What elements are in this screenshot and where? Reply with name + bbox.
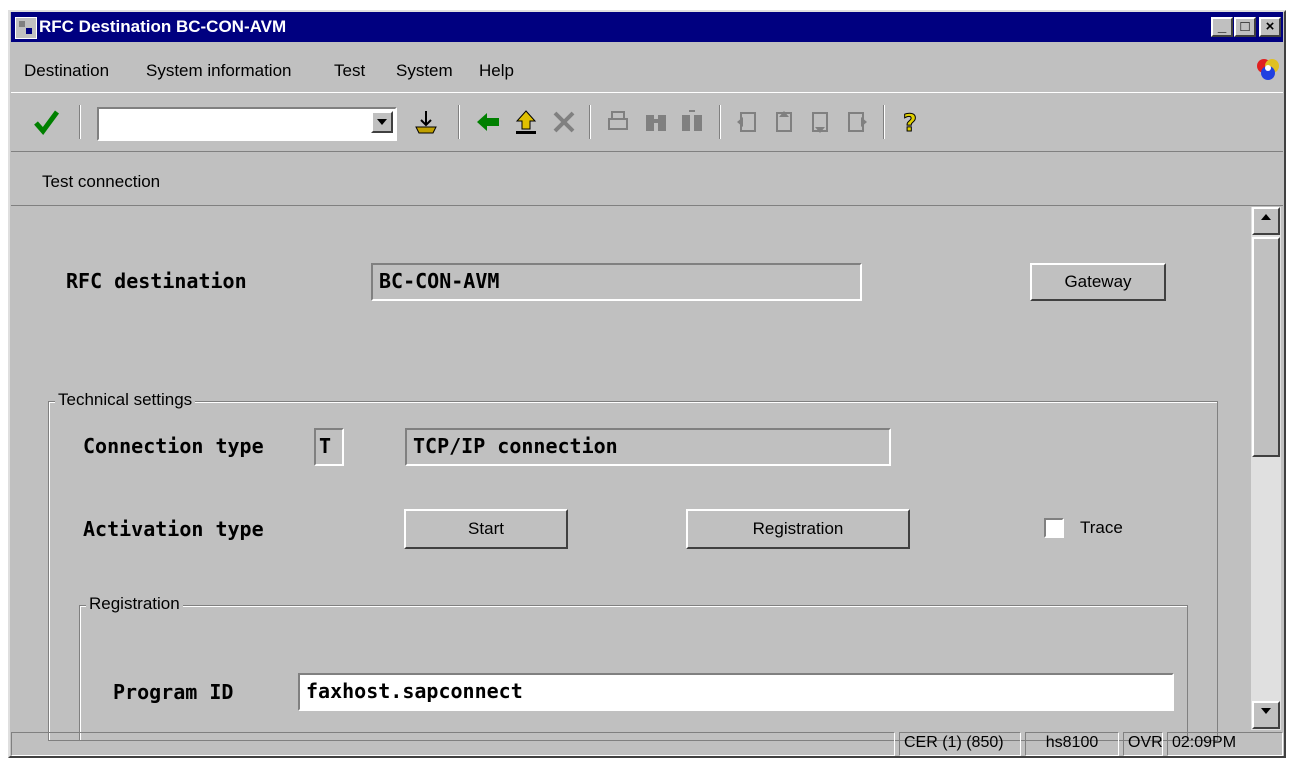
next-page-icon[interactable] [805, 107, 835, 137]
menu-destination[interactable]: Destination [24, 61, 109, 81]
last-page-icon[interactable] [841, 107, 871, 137]
arrow-down-icon [1261, 708, 1271, 714]
connection-type-code-field[interactable]: T [314, 428, 344, 466]
print-icon[interactable] [603, 107, 633, 137]
first-page-icon[interactable] [733, 107, 763, 137]
find-icon[interactable] [641, 107, 671, 137]
status-system[interactable]: CER (1) (850) [899, 732, 1021, 756]
maximize-button[interactable]: □ [1234, 17, 1256, 37]
registration-button[interactable]: Registration [686, 509, 910, 549]
arrow-up-icon [1261, 214, 1271, 220]
scroll-up-button[interactable] [1252, 207, 1280, 235]
scroll-down-button[interactable] [1252, 701, 1280, 729]
trace-checkbox[interactable] [1044, 518, 1064, 538]
cancel-icon[interactable] [549, 107, 579, 137]
previous-page-icon[interactable] [769, 107, 799, 137]
rfc-destination-field[interactable]: BC-CON-AVM [371, 263, 862, 301]
start-button[interactable]: Start [404, 509, 568, 549]
program-id-input[interactable]: faxhost.sapconnect [298, 673, 1174, 711]
command-dropdown-button[interactable] [371, 111, 393, 133]
vertical-scrollbar[interactable] [1251, 207, 1281, 730]
help-icon[interactable]: ? [895, 107, 925, 138]
connection-type-label: Connection type [83, 434, 264, 458]
test-connection-button[interactable]: Test connection [42, 172, 160, 192]
exit-icon[interactable] [511, 107, 541, 137]
standard-toolbar: ? [11, 92, 1283, 152]
back-icon[interactable] [473, 107, 503, 137]
find-next-icon[interactable] [677, 107, 707, 137]
menu-bar: Destination System information Test Syst… [11, 55, 1283, 87]
status-time: 02:09PM [1167, 732, 1283, 756]
enter-check-icon[interactable] [31, 107, 61, 137]
status-mode[interactable]: OVR [1123, 732, 1163, 756]
sap-app-icon[interactable] [15, 17, 37, 39]
window-title: RFC Destination BC-CON-AVM [39, 17, 287, 36]
gateway-button[interactable]: Gateway [1030, 263, 1166, 301]
title-bar: RFC Destination BC-CON-AVM _ □ × [11, 12, 1283, 42]
connection-type-description-field: TCP/IP connection [405, 428, 891, 466]
toolbar-separator [458, 105, 460, 139]
trace-label: Trace [1080, 518, 1123, 537]
menu-help[interactable]: Help [479, 61, 514, 81]
status-bar: CER (1) (850) hs8100 OVR 02:09PM [11, 732, 1283, 756]
technical-settings-title: Technical settings [55, 390, 196, 410]
chevron-down-icon [377, 119, 387, 125]
minimize-button[interactable]: _ [1211, 17, 1233, 37]
activation-type-label: Activation type [83, 517, 264, 541]
toolbar-separator [883, 105, 885, 139]
scroll-thumb[interactable] [1252, 237, 1280, 457]
close-button[interactable]: × [1259, 17, 1281, 37]
sap-status-icon [1257, 59, 1279, 80]
program-id-label: Program ID [113, 680, 234, 704]
command-field[interactable] [97, 107, 397, 141]
menu-system[interactable]: System [396, 61, 453, 81]
svg-text:?: ? [903, 109, 917, 137]
status-host: hs8100 [1025, 732, 1119, 756]
rfc-destination-label: RFC destination [66, 269, 247, 293]
menu-system-information[interactable]: System information [146, 61, 292, 81]
toolbar-separator [79, 105, 81, 139]
status-message-area [11, 732, 895, 756]
toolbar-separator [719, 105, 721, 139]
registration-title: Registration [86, 594, 183, 614]
toolbar-separator [589, 105, 591, 139]
save-icon[interactable] [411, 107, 441, 137]
application-toolbar: Test connection [11, 156, 1283, 206]
menu-test[interactable]: Test [334, 61, 365, 81]
